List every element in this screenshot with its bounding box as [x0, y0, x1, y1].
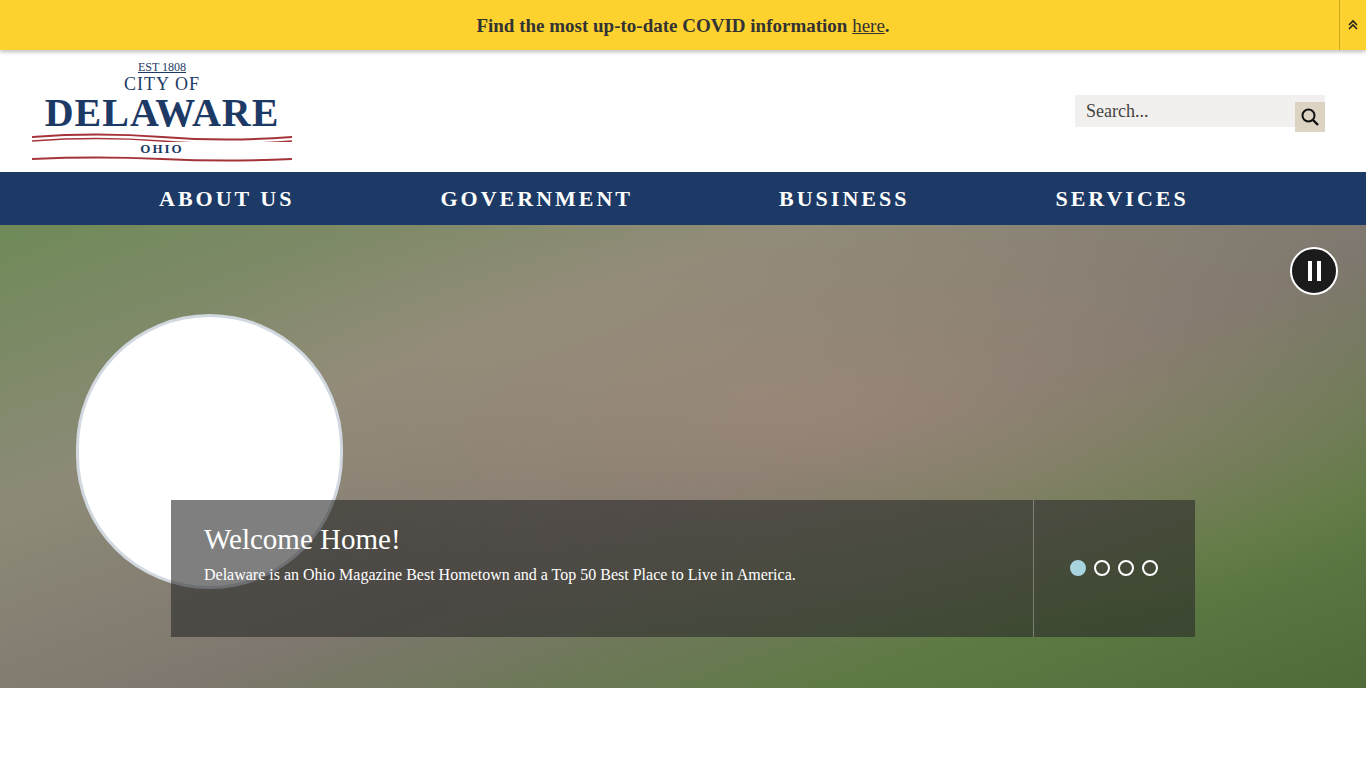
nav-item[interactable]: GOVERNMENT	[440, 182, 633, 215]
alert-link[interactable]: here	[852, 15, 885, 36]
slide-dot[interactable]	[1094, 560, 1110, 576]
alert-text: Find the most up-to-date COVID informati…	[476, 15, 852, 36]
slide-text: Delaware is an Ohio Magazine Best Hometo…	[204, 564, 1033, 586]
slide-caption: Welcome Home! Delaware is an Ohio Magazi…	[171, 500, 1195, 637]
main-nav: ABOUT US GOVERNMENT BUSINESS SERVICES	[0, 172, 1366, 225]
nav-item[interactable]: ABOUT US	[159, 182, 294, 215]
slide-dots	[1034, 500, 1158, 637]
logo-est: EST 1808	[138, 60, 186, 74]
slide-dot[interactable]	[1142, 560, 1158, 576]
collapse-button[interactable]	[1339, 0, 1366, 50]
search-button[interactable]	[1295, 102, 1325, 132]
pause-bar-icon	[1317, 261, 1321, 281]
logo-name: DELAWARE	[45, 94, 280, 132]
pause-button[interactable]	[1290, 247, 1338, 295]
wave-bottom-icon	[32, 156, 292, 162]
alert-end: .	[885, 15, 890, 36]
slide-title: Welcome Home!	[204, 522, 1033, 556]
logo-state: OHIO	[140, 142, 183, 156]
nav-item[interactable]: SERVICES	[1055, 182, 1188, 215]
wave-icon	[32, 132, 292, 142]
city-logo[interactable]: EST 1808 CITY OF DELAWARE OHIO	[32, 60, 292, 162]
search-form	[1075, 95, 1325, 127]
slide-dot[interactable]	[1070, 560, 1086, 576]
pause-bar-icon	[1308, 261, 1312, 281]
hero-slider: Welcome Home! Delaware is an Ohio Magazi…	[0, 225, 1366, 688]
logo-line1: CITY OF	[124, 74, 200, 94]
nav-item[interactable]: BUSINESS	[779, 182, 909, 215]
magnifier-icon	[1300, 107, 1320, 127]
alert-banner: Find the most up-to-date COVID informati…	[0, 0, 1366, 50]
slide-dot[interactable]	[1118, 560, 1134, 576]
chevron-up-icon	[1347, 19, 1359, 31]
site-header: EST 1808 CITY OF DELAWARE OHIO	[0, 50, 1366, 172]
search-input[interactable]	[1075, 95, 1295, 127]
